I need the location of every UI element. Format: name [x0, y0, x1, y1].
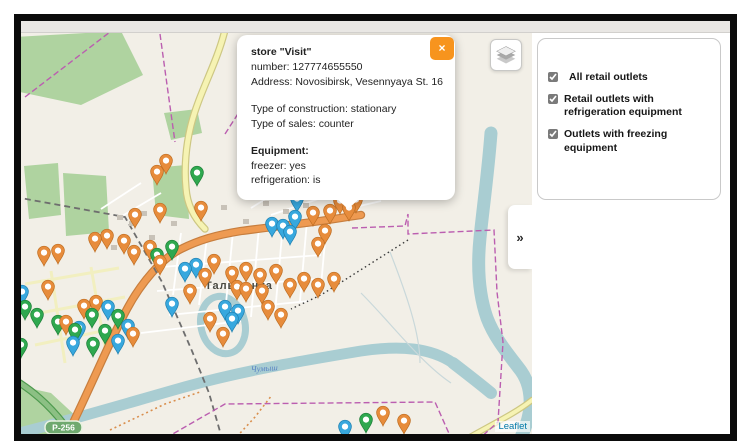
map-marker[interactable] — [261, 299, 275, 322]
map-marker[interactable] — [126, 326, 140, 349]
minor-road — [24, 266, 120, 286]
building — [171, 221, 177, 226]
stream — [360, 292, 452, 384]
map-marker[interactable] — [37, 245, 51, 268]
app-window: Р-256ТальменкаЧумыш × store "Visit" numb… — [14, 14, 737, 441]
map-marker[interactable] — [41, 279, 55, 302]
layers-icon — [496, 46, 516, 64]
map-marker[interactable] — [88, 231, 102, 254]
building — [243, 219, 249, 224]
map-marker[interactable] — [66, 335, 80, 358]
popup-number: number: 127774655550 — [251, 61, 363, 74]
popup-refrigeration: refrigeration: is — [251, 174, 321, 187]
map-canvas[interactable]: Р-256ТальменкаЧумыш × store "Visit" numb… — [21, 33, 532, 434]
map-marker[interactable] — [283, 224, 297, 247]
leaflet-attribution-link[interactable]: Leaflet — [498, 421, 527, 432]
store-popup: × store "Visit" number: 127774655550 Add… — [237, 35, 455, 209]
filter-checkbox[interactable] — [548, 72, 558, 82]
building — [303, 203, 309, 208]
map-marker[interactable] — [239, 281, 253, 304]
map-marker[interactable] — [311, 236, 325, 259]
map-marker[interactable] — [86, 336, 100, 359]
map-marker[interactable] — [178, 261, 192, 284]
building — [283, 209, 289, 214]
filter-row: All retail outlets — [548, 71, 712, 84]
map-marker[interactable] — [51, 243, 65, 266]
popup-tip — [337, 198, 359, 209]
map-marker[interactable] — [216, 326, 230, 349]
building — [149, 235, 155, 240]
building — [111, 245, 117, 250]
trail — [238, 394, 273, 434]
layers-control-button[interactable] — [490, 39, 522, 71]
popup-title: store "Visit" — [251, 46, 312, 58]
popup-equipment-heading: Equipment: — [251, 145, 309, 158]
map-marker[interactable] — [111, 333, 125, 356]
map-marker[interactable] — [376, 405, 390, 428]
chevron-right-icon: » — [516, 229, 524, 245]
popup-address: Address: Novosibirsk, Vesennyaya St. 16 — [251, 75, 444, 88]
map-marker[interactable] — [327, 271, 341, 294]
map-marker[interactable] — [283, 277, 297, 300]
map-marker[interactable] — [21, 299, 32, 322]
forest-area — [21, 33, 143, 105]
forest-area — [63, 173, 109, 236]
forest-area — [24, 163, 61, 219]
map-marker[interactable] — [359, 412, 373, 434]
map-marker[interactable] — [190, 165, 204, 188]
building — [263, 201, 269, 206]
map-marker[interactable] — [297, 271, 311, 294]
map-marker[interactable] — [274, 307, 288, 330]
filter-label: All retail outlets — [569, 71, 648, 83]
map-marker[interactable] — [85, 307, 99, 330]
screenshot-stage: Р-256ТальменкаЧумыш × store "Visit" numb… — [0, 0, 746, 446]
map-marker[interactable] — [127, 244, 141, 267]
panel-collapse-tab[interactable]: » — [508, 205, 532, 269]
popup-sales: Type of sales: counter — [251, 117, 354, 130]
filter-label: Retail outlets with refrigeration equipm… — [564, 93, 682, 119]
map-marker[interactable] — [183, 283, 197, 306]
filter-checkbox[interactable] — [548, 94, 558, 105]
filter-row: Retail outlets with refrigeration equipm… — [548, 93, 712, 119]
filter-row: Outlets with freezing equipment — [548, 128, 712, 154]
road-shield-label: Р-256 — [52, 423, 75, 433]
filter-card: All retail outlets Retail outlets with re… — [537, 38, 721, 200]
river-label: Чумыш — [250, 362, 278, 374]
river — [447, 357, 497, 399]
filter-checkbox[interactable] — [548, 129, 558, 140]
map-marker[interactable] — [21, 337, 28, 360]
map-marker[interactable] — [338, 419, 352, 434]
popup-close-button[interactable]: × — [430, 37, 454, 60]
window-chrome-strip — [21, 21, 730, 33]
popup-construction: Type of construction: stationary — [251, 103, 397, 116]
map-marker[interactable] — [311, 277, 325, 300]
map-marker[interactable] — [30, 307, 44, 330]
filter-panel: All retail outlets Retail outlets with re… — [532, 33, 730, 434]
building — [117, 215, 123, 220]
map-attribution: Leaflet — [495, 421, 530, 432]
building — [221, 205, 227, 210]
filter-label: Outlets with freezing equipment — [564, 128, 668, 154]
map-marker[interactable] — [397, 413, 411, 434]
map-marker[interactable] — [153, 202, 167, 225]
popup-freezer: freezer: yes — [251, 159, 306, 172]
building — [141, 211, 147, 216]
map-marker[interactable] — [203, 311, 217, 334]
